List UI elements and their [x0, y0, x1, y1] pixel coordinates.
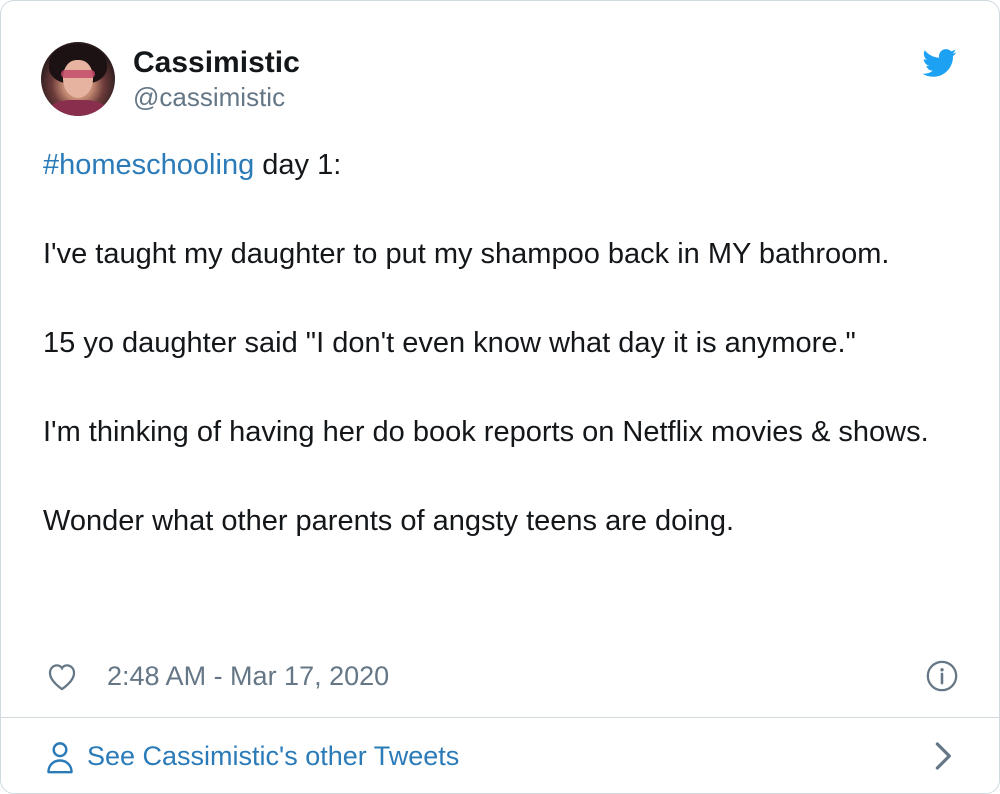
avatar-glasses [61, 70, 95, 78]
tweet-card: Cassimistic @cassimistic #homeschooling … [0, 0, 1000, 794]
tweet-line-1-text: day 1: [254, 149, 342, 181]
person-icon [47, 742, 73, 774]
tweet-paragraph-5: Wonder what other parents of angsty teen… [43, 505, 735, 537]
tweet-paragraph-4: I'm thinking of having her do book repor… [43, 416, 929, 448]
see-other-tweets-label: See Cassimistic's other Tweets [87, 741, 460, 771]
tweet-paragraph-3: 15 yo daughter said "I don't even know w… [43, 327, 856, 359]
tweet-paragraph-1: #homeschooling day 1: [43, 143, 943, 188]
chevron-right-icon [935, 742, 951, 770]
avatar-shirt [49, 100, 107, 116]
twitter-bird-icon[interactable] [921, 45, 957, 81]
heart-icon[interactable] [45, 659, 79, 693]
author-names: Cassimistic @cassimistic [133, 45, 300, 113]
tweet-header: Cassimistic @cassimistic [41, 42, 300, 116]
info-icon[interactable] [925, 659, 959, 693]
avatar[interactable] [41, 42, 115, 116]
tweet-paragraph-2: I've taught my daughter to put my shampo… [43, 238, 890, 270]
avatar-face [63, 60, 93, 98]
author-handle[interactable]: @cassimistic [133, 81, 300, 113]
tweet-text: #homeschooling day 1: I've taught my dau… [43, 143, 943, 544]
see-other-tweets-link[interactable]: See Cassimistic's other Tweets [1, 718, 999, 793]
hashtag-link[interactable]: #homeschooling [43, 149, 254, 181]
author-display-name[interactable]: Cassimistic [133, 45, 300, 81]
tweet-meta: 2:48 AM - Mar 17, 2020 [45, 653, 959, 699]
tweet-timestamp[interactable]: 2:48 AM - Mar 17, 2020 [107, 661, 389, 692]
